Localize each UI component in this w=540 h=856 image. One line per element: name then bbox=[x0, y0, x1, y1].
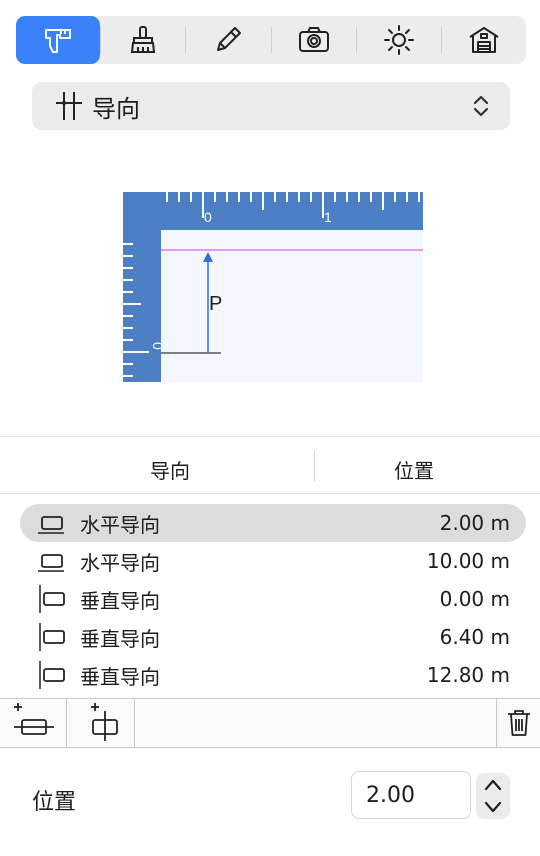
delete-guide-button[interactable] bbox=[497, 699, 540, 747]
column-guide[interactable]: 导向 bbox=[150, 455, 190, 484]
table-row[interactable]: 垂直导向 0.00 m bbox=[20, 580, 526, 618]
guides-list: 水平导向 2.00 m 水平导向 10.00 m 垂直导向 0.00 m 垂直导… bbox=[0, 500, 540, 696]
add-horizontal-guide-icon bbox=[14, 703, 54, 735]
guide-icon bbox=[56, 92, 82, 120]
guide-type: 垂直导向 bbox=[80, 664, 160, 689]
stepper-down-icon[interactable] bbox=[483, 799, 503, 815]
table-row[interactable]: 水平导向 10.00 m bbox=[20, 542, 526, 580]
ruler-top-tick-0: 0 bbox=[204, 209, 212, 225]
table-row[interactable]: 水平导向 2.00 m bbox=[20, 504, 526, 542]
add-vertical-guide-icon bbox=[91, 703, 118, 741]
guides-table-header: 导向 位置 bbox=[0, 436, 540, 494]
guide-type: 垂直导向 bbox=[80, 588, 160, 613]
guide-position: 12.80 m bbox=[426, 663, 510, 687]
ruler-left-tick-0: 0 bbox=[150, 342, 166, 350]
trash-icon bbox=[507, 710, 530, 736]
tab-draw[interactable] bbox=[186, 16, 270, 64]
position-stepper[interactable] bbox=[476, 773, 510, 819]
stepper-up-icon[interactable] bbox=[483, 777, 503, 793]
guide-type: 水平导向 bbox=[80, 550, 160, 575]
table-row[interactable]: 垂直导向 6.40 m bbox=[20, 618, 526, 656]
guide-position: 10.00 m bbox=[426, 549, 510, 573]
column-position[interactable]: 位置 bbox=[394, 455, 434, 484]
guide-position: 0.00 m bbox=[439, 587, 510, 611]
add-horizontal-guide-button[interactable] bbox=[0, 699, 66, 747]
tab-measure[interactable] bbox=[16, 16, 101, 64]
guide-type: 水平导向 bbox=[80, 512, 160, 537]
guide-position: 2.00 m bbox=[439, 511, 510, 535]
tab-lighting[interactable] bbox=[357, 16, 441, 64]
guide-type: 垂直导向 bbox=[80, 626, 160, 651]
chevron-updown-icon bbox=[473, 95, 489, 117]
camera-icon bbox=[298, 27, 329, 52]
vertical-guide-icon bbox=[39, 585, 65, 613]
horizontal-guide-icon bbox=[38, 516, 64, 534]
ruler-top-tick-1: 1 bbox=[324, 209, 332, 225]
guide-type-label: 导向 bbox=[92, 94, 140, 123]
inspector-toolbar bbox=[16, 16, 526, 64]
horizontal-guide-icon bbox=[38, 554, 64, 572]
tab-camera[interactable] bbox=[272, 16, 356, 64]
add-vertical-guide-button[interactable] bbox=[67, 699, 133, 747]
tab-style[interactable] bbox=[101, 16, 185, 64]
guide-preview: 0 1 0 P bbox=[123, 192, 423, 382]
sun-icon bbox=[383, 25, 414, 55]
position-input[interactable] bbox=[351, 771, 471, 819]
point-label: P bbox=[209, 293, 222, 315]
brush-icon bbox=[131, 26, 156, 53]
position-label: 位置 bbox=[32, 790, 77, 815]
caliper-icon bbox=[45, 29, 72, 53]
pencil-icon bbox=[217, 27, 242, 51]
vertical-guide-icon bbox=[39, 623, 65, 651]
guide-position: 6.40 m bbox=[439, 625, 510, 649]
guides-action-bar bbox=[0, 698, 540, 748]
vertical-guide-icon bbox=[39, 661, 65, 689]
tab-building[interactable] bbox=[442, 16, 526, 64]
house-icon bbox=[469, 27, 499, 53]
guide-type-select[interactable]: 导向 bbox=[32, 82, 510, 130]
table-row[interactable]: 垂直导向 12.80 m bbox=[20, 656, 526, 694]
